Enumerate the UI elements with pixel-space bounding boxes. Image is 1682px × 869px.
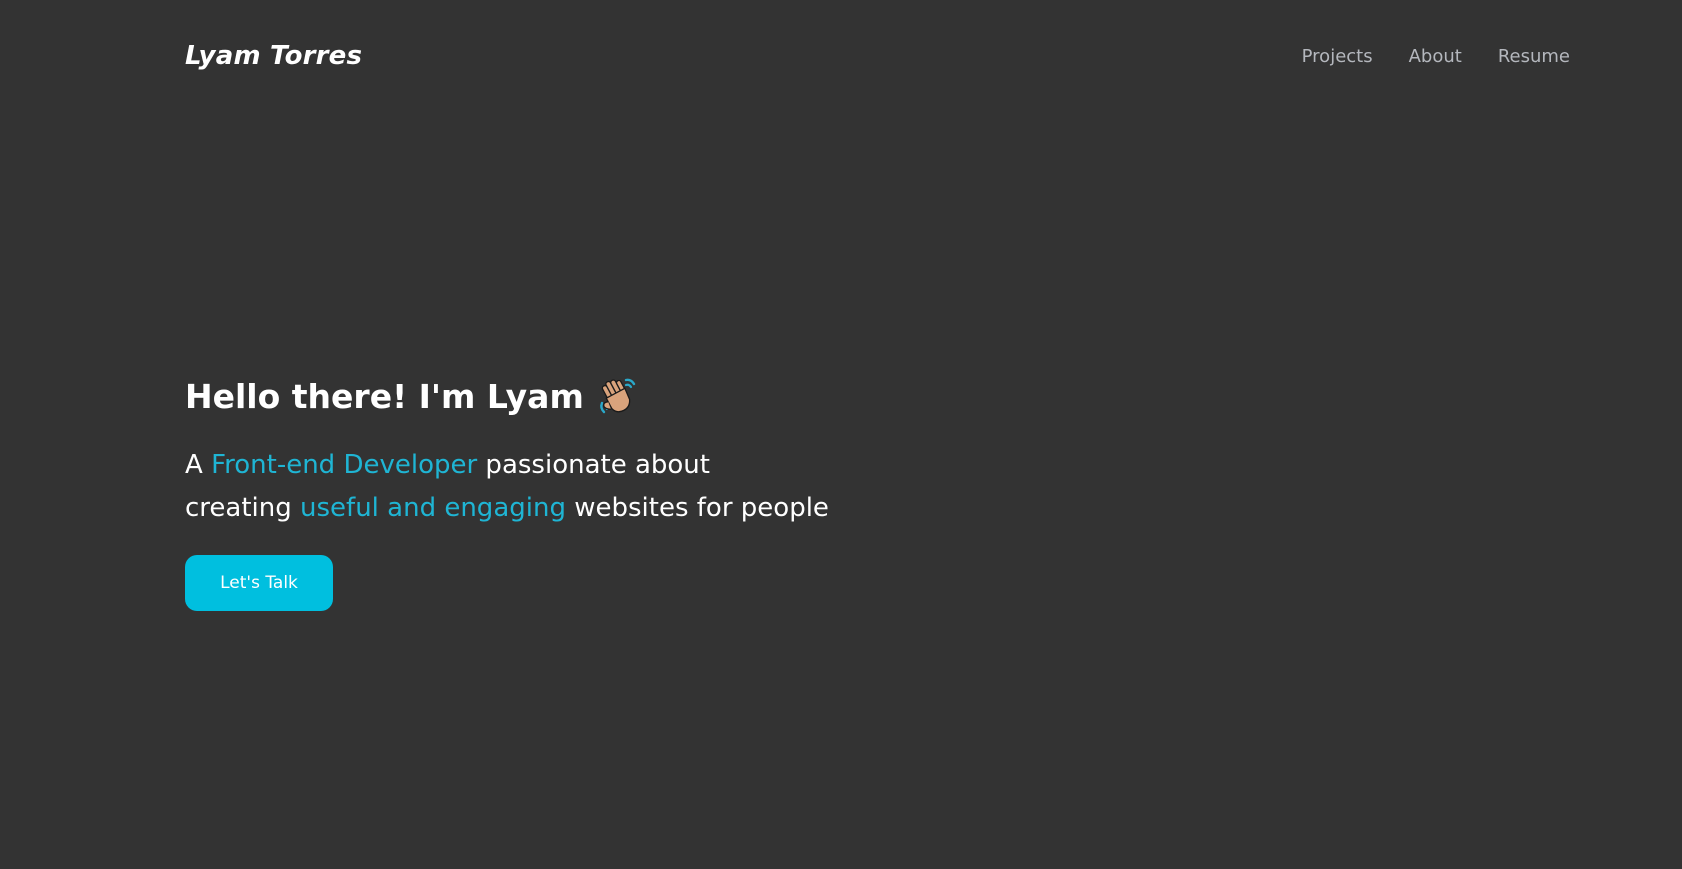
tagline-text: passionate about <box>477 450 710 480</box>
nav-link-resume[interactable]: Resume <box>1498 46 1570 67</box>
site-header: Lyam Torres Projects About Resume <box>185 36 1570 76</box>
tagline-text: websites for people <box>565 493 829 523</box>
nav-link-projects[interactable]: Projects <box>1302 46 1373 67</box>
hero-heading: Hello there! I'm Lyam <box>185 372 829 420</box>
hero-section: Hello there! I'm Lyam A Front-end Develo… <box>185 372 829 611</box>
tagline-highlight-role: Front-end Developer <box>211 450 478 480</box>
waving-hand-icon <box>596 375 638 417</box>
main-nav: Projects About Resume <box>1302 46 1570 67</box>
tagline-text: A <box>185 450 212 480</box>
tagline-highlight-quality: useful and engaging <box>300 493 566 523</box>
lets-talk-button[interactable]: Let's Talk <box>185 555 333 611</box>
site-logo[interactable]: Lyam Torres <box>185 41 362 71</box>
nav-link-about[interactable]: About <box>1409 46 1462 67</box>
hero-tagline: A Front-end Developer passionate about c… <box>185 444 829 530</box>
hero-greeting-text: Hello there! I'm Lyam <box>185 376 584 416</box>
tagline-text: creating <box>185 493 301 523</box>
